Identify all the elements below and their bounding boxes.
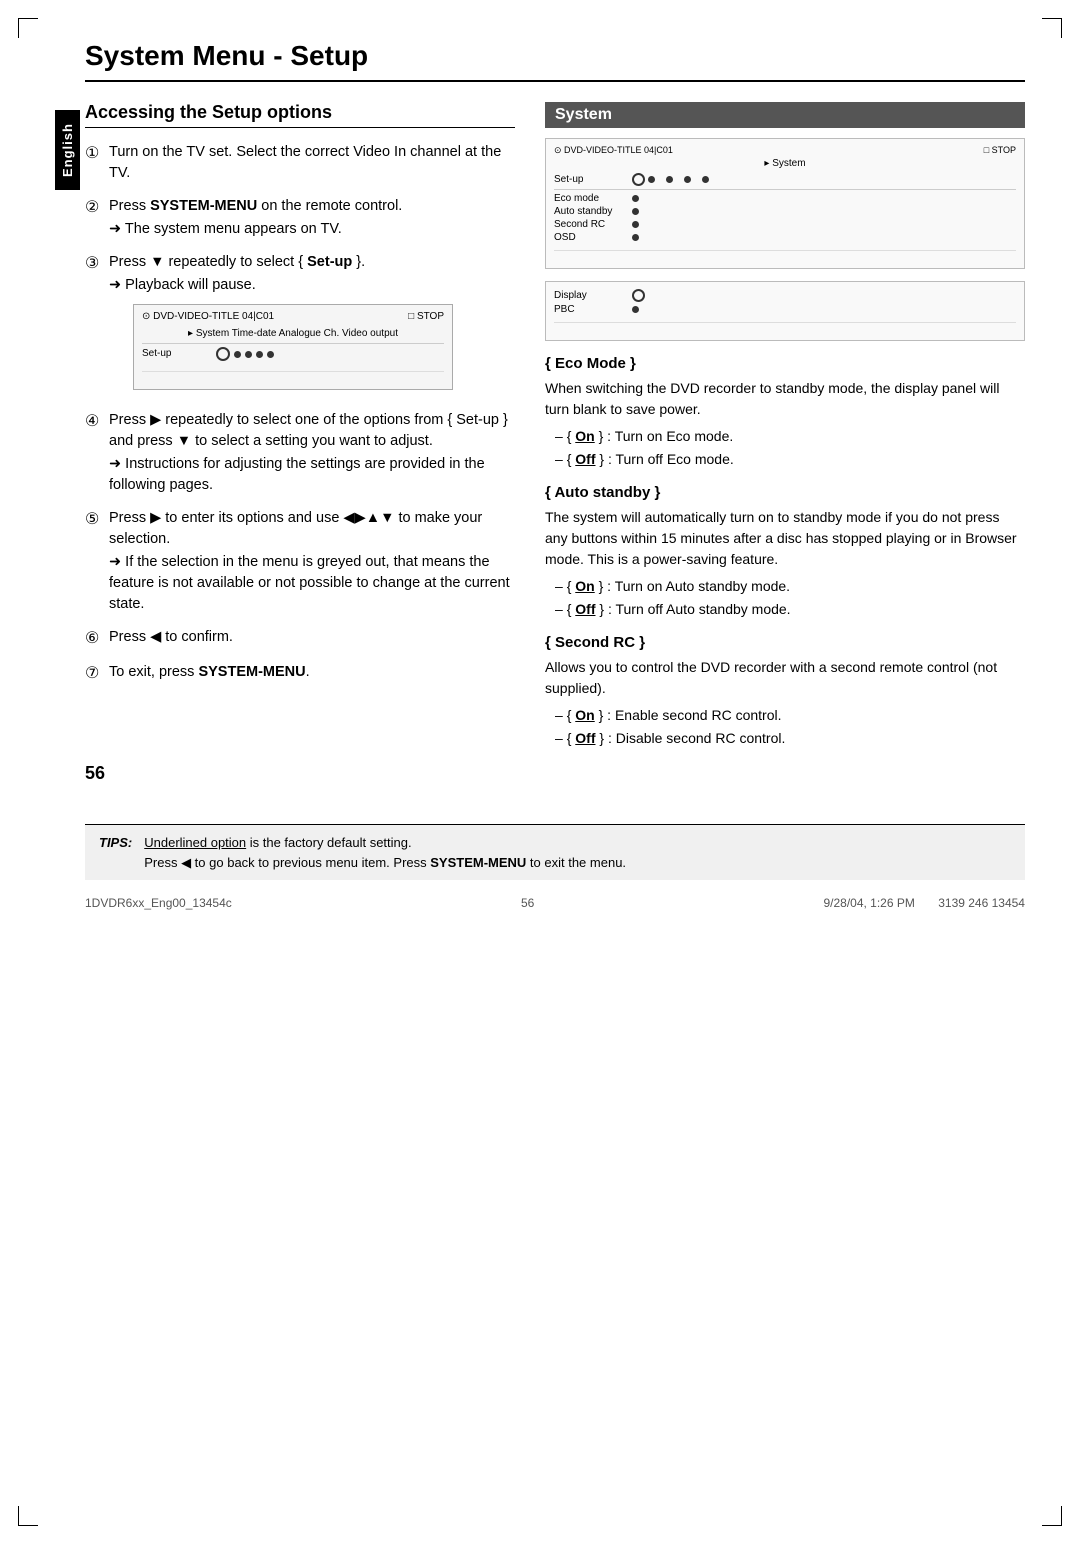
step-4-arrow: ➜ Instructions for adjusting the setting… [109,454,515,496]
step-7-number: ⑦ [85,662,103,685]
left-section-heading: Accessing the Setup options [85,102,515,128]
step-2-text: Press SYSTEM-MENU on the remote control. [109,198,402,214]
eco-mode-section: { Eco Mode } When switching the DVD reco… [545,355,1025,470]
step-5-arrow: ➜ If the selection in the menu is greyed… [109,552,515,615]
step-1-text: Turn on the TV set. Select the correct V… [109,144,501,181]
page-number: 56 [85,763,1025,784]
tips-line2: Press ◀ to go back to previous menu item… [144,853,626,873]
step-2-number: ② [85,196,103,219]
screen-setup-icon [216,347,230,361]
step-4-number: ④ [85,410,103,433]
page-title: System Menu - Setup [85,40,1025,82]
step-3: ③ Press ▼ repeatedly to select { Set-up … [85,252,515,398]
step-5-number: ⑤ [85,508,103,531]
step-7-text: To exit, press SYSTEM-MENU. [109,664,310,680]
footer-right: 9/28/04, 1:26 PM 3139 246 13454 [823,896,1025,910]
second-rc-section: { Second RC } Allows you to control the … [545,634,1025,749]
second-rc-description: Allows you to control the DVD recorder w… [545,657,1025,699]
step-7: ⑦ To exit, press SYSTEM-MENU. [85,662,515,685]
eco-mode-bullets: { On } : Turn on Eco mode. { Off } : Tur… [545,426,1025,470]
second-rc-title: { Second RC } [545,634,1025,651]
step-4: ④ Press ▶ repeatedly to select one of th… [85,410,515,496]
step-6-number: ⑥ [85,627,103,650]
tips-line1: Underlined option is the factory default… [144,833,626,853]
step-1-number: ① [85,142,103,165]
footer-left: 1DVDR6xx_Eng00_13454c [85,896,232,910]
right-section-heading: System [545,102,1025,128]
eco-mode-description: When switching the DVD recorder to stand… [545,378,1025,420]
step-5-text: Press ▶ to enter its options and use ◀▶▲… [109,510,482,547]
eco-mode-bullet-1: { On } : Turn on Eco mode. [555,426,1025,447]
system-diagram-1: ⊙ DVD-VIDEO-TITLE 04|C01 □ STOP ▸ System… [545,138,1025,269]
step-1: ① Turn on the TV set. Select the correct… [85,142,515,184]
second-rc-bullet-2: { Off } : Disable second RC control. [555,728,1025,749]
step-4-text: Press ▶ repeatedly to select one of the … [109,412,508,449]
diagram-setup-icon [632,173,645,186]
page-footer: 1DVDR6xx_Eng00_13454c 56 9/28/04, 1:26 P… [85,896,1025,910]
auto-standby-bullet-1: { On } : Turn on Auto standby mode. [555,576,1025,597]
auto-standby-title: { Auto standby } [545,484,1025,501]
auto-standby-description: The system will automatically turn on to… [545,507,1025,570]
step-3-text: Press ▼ repeatedly to select { Set-up }. [109,254,365,270]
step-6: ⑥ Press ◀ to confirm. [85,627,515,650]
step-5: ⑤ Press ▶ to enter its options and use ◀… [85,508,515,615]
step-6-text: Press ◀ to confirm. [109,629,233,645]
second-rc-bullets: { On } : Enable second RC control. { Off… [545,705,1025,749]
system-diagram-2: Display PBC [545,281,1025,341]
auto-standby-bullet-2: { Off } : Turn off Auto standby mode. [555,599,1025,620]
step-3-arrow: ➜ Playback will pause. [109,275,515,296]
right-column: System ⊙ DVD-VIDEO-TITLE 04|C01 □ STOP ▸… [545,102,1025,759]
step-2: ② Press SYSTEM-MENU on the remote contro… [85,196,515,240]
left-column: Accessing the Setup options ① Turn on th… [85,102,515,759]
eco-mode-bullet-2: { Off } : Turn off Eco mode. [555,449,1025,470]
tips-label: TIPS: [99,833,132,872]
screen-mockup-step3: ⊙ DVD-VIDEO-TITLE 04|C01 □ STOP ▸ System… [133,304,453,390]
steps-list: ① Turn on the TV set. Select the correct… [85,142,515,685]
diagram-display-icon [632,289,645,302]
step-2-arrow: ➜ The system menu appears on TV. [109,219,515,240]
corner-mark-br [1042,1506,1062,1526]
second-rc-bullet-1: { On } : Enable second RC control. [555,705,1025,726]
auto-standby-bullets: { On } : Turn on Auto standby mode. { Of… [545,576,1025,620]
auto-standby-section: { Auto standby } The system will automat… [545,484,1025,620]
corner-mark-bl [18,1506,38,1526]
eco-mode-title: { Eco Mode } [545,355,1025,372]
tips-bar: TIPS: Underlined option is the factory d… [85,824,1025,880]
footer-center: 56 [521,896,534,910]
step-3-number: ③ [85,252,103,275]
